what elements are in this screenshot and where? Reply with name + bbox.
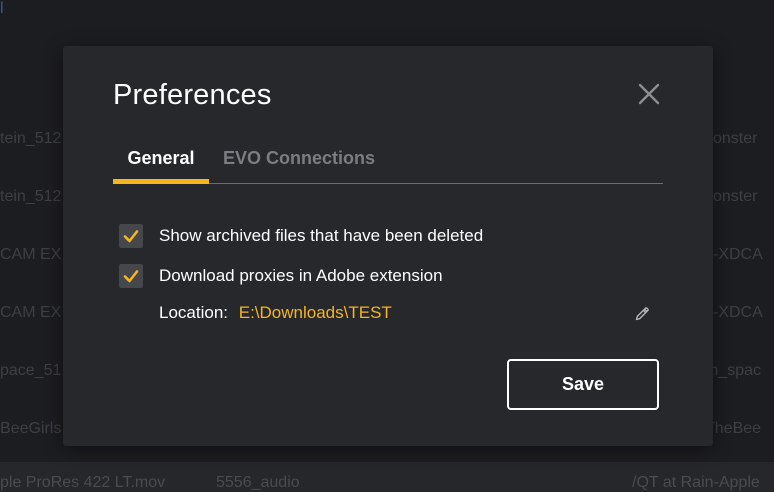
pencil-icon[interactable] bbox=[634, 306, 650, 322]
background-row-meta: TheBee bbox=[705, 420, 762, 437]
dialog-title: Preferences bbox=[113, 79, 272, 111]
preferences-dialog: Preferences General EVO Connections Show… bbox=[63, 46, 713, 446]
location-label: Location: bbox=[159, 303, 228, 322]
show-archived-label: Show archived files that have been delet… bbox=[159, 226, 484, 245]
background-row-meta: m_spac bbox=[705, 362, 762, 379]
download-proxies-checkbox[interactable] bbox=[119, 264, 143, 288]
background-row-meta: k-XDCA bbox=[705, 246, 763, 263]
download-proxies-label: Download proxies in Adobe extension bbox=[159, 266, 443, 285]
checkmark-icon bbox=[123, 230, 139, 243]
background-row-name: pace_51 bbox=[0, 362, 62, 379]
download-location: Location: E:\Downloads\TEST bbox=[159, 303, 392, 323]
save-button[interactable]: Save bbox=[507, 359, 659, 410]
background-bottom-format: /QT at Rain-Apple bbox=[632, 474, 760, 491]
background-bottom-row: ple ProRes 422 LT.mov 5556_audio /QT at … bbox=[0, 462, 774, 492]
background-row-name: CAM EX bbox=[0, 246, 62, 263]
show-archived-checkbox[interactable] bbox=[119, 224, 143, 248]
tab-general[interactable]: General bbox=[113, 144, 209, 184]
background-top-glyph: l bbox=[0, 0, 4, 17]
tab-evo-connections[interactable]: EVO Connections bbox=[223, 144, 375, 183]
background-row-name: BeeGirls bbox=[0, 420, 62, 437]
location-path[interactable]: E:\Downloads\TEST bbox=[239, 303, 392, 322]
background-row-name: tein_512 bbox=[0, 130, 62, 147]
checkmark-icon bbox=[123, 270, 139, 283]
background-row-name: CAM EX bbox=[0, 304, 62, 321]
background-row-name: tein_512 bbox=[0, 188, 62, 205]
tab-bar: General EVO Connections bbox=[113, 144, 663, 184]
background-bottom-name: ple ProRes 422 LT.mov bbox=[0, 474, 166, 491]
close-icon[interactable] bbox=[637, 82, 661, 106]
background-row-meta: k-XDCA bbox=[705, 304, 763, 321]
background-bottom-audio: 5556_audio bbox=[216, 474, 300, 491]
